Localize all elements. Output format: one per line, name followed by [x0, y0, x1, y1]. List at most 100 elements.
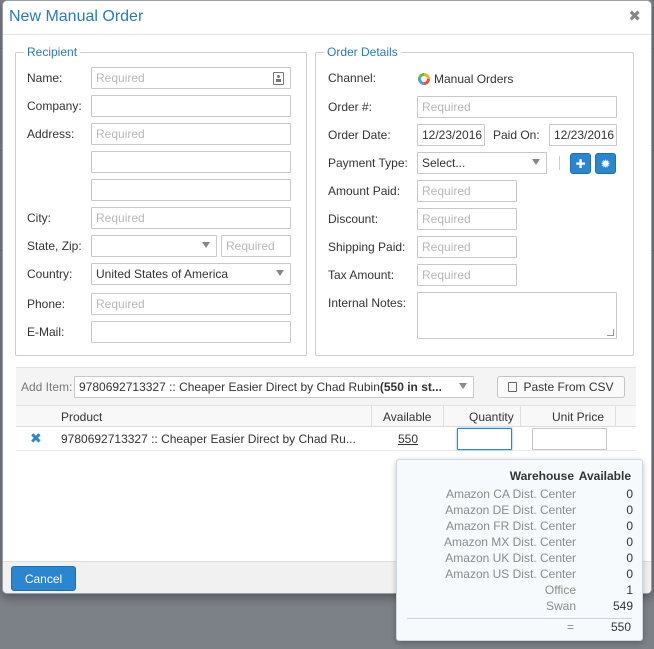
email-label: E-Mail:	[27, 325, 65, 339]
cancel-button[interactable]: Cancel	[11, 566, 76, 591]
warehouse-available: 0	[626, 535, 633, 549]
contact-card-icon[interactable]	[273, 72, 284, 85]
paid-on-value: 12/23/2016	[554, 128, 615, 142]
state-select[interactable]	[91, 235, 217, 257]
chevron-down-icon	[459, 383, 467, 389]
warehouse-available: 549	[612, 599, 633, 613]
order-date-input[interactable]: 12/23/2016	[417, 124, 485, 146]
country-value: United States of America	[96, 267, 229, 281]
company-label: Company:	[27, 99, 82, 113]
warehouse-name: Amazon MX Dist. Center	[443, 535, 576, 549]
warehouse-available: 0	[626, 519, 633, 533]
warehouse-name: Amazon CA Dist. Center	[445, 487, 576, 501]
warehouse-available: 0	[626, 487, 633, 501]
warehouse-available: 0	[626, 551, 633, 565]
chevron-down-icon	[202, 242, 210, 248]
warehouse-available: 0	[626, 503, 633, 517]
zip-input[interactable]: Required	[221, 235, 291, 257]
tax-amount-placeholder: Required	[422, 268, 471, 282]
company-input[interactable]	[91, 95, 291, 117]
phone-label: Phone:	[27, 297, 66, 311]
tax-amount-label: Tax Amount:	[328, 268, 395, 282]
resize-handle-icon[interactable]	[607, 329, 614, 336]
column-header-quantity: Quantity	[469, 410, 514, 424]
clipboard-icon	[508, 382, 518, 392]
table-row: ✖ 9780692713327 :: Cheaper Easier Direct…	[16, 427, 636, 451]
amount-paid-placeholder: Required	[422, 184, 471, 198]
remove-item-icon[interactable]: ✖	[30, 430, 42, 447]
add-item-bar: Add Item: 9780692713327 :: Cheaper Easie…	[16, 367, 636, 405]
payment-type-select[interactable]: Select...	[417, 152, 547, 174]
add-item-value: 9780692713327 :: Cheaper Easier Direct b…	[79, 380, 380, 394]
row-product: 9780692713327 :: Cheaper Easier Direct b…	[61, 432, 356, 446]
shipping-paid-input[interactable]: Required	[417, 236, 517, 258]
order-number-input[interactable]: Required	[417, 96, 617, 118]
list-item: Amazon CA Dist. Center 0	[397, 487, 644, 503]
paid-on-label: Paid On:	[493, 128, 540, 142]
internal-notes-label: Internal Notes:	[328, 296, 407, 310]
column-header-available: Available	[383, 410, 432, 424]
tax-amount-input[interactable]: Required	[417, 264, 517, 286]
divider	[559, 156, 560, 170]
order-details-legend: Order Details	[327, 45, 398, 59]
discount-label: Discount:	[328, 212, 379, 226]
address-line-2-input[interactable]	[91, 151, 291, 173]
list-item: Amazon MX Dist. Center 0	[397, 535, 644, 551]
popover-header-warehouse: Warehouse	[509, 469, 574, 483]
add-payment-type-button[interactable]: ✚	[570, 153, 591, 174]
warehouse-name: Swan	[545, 599, 576, 613]
email-input[interactable]	[91, 321, 291, 343]
internal-notes-textarea[interactable]	[417, 292, 617, 339]
address-line-1-input[interactable]: Required	[91, 123, 291, 145]
order-date-label: Order Date:	[328, 128, 391, 142]
city-input[interactable]: Required	[91, 207, 291, 229]
add-item-select[interactable]: 9780692713327 :: Cheaper Easier Direct b…	[74, 376, 474, 398]
order-number-placeholder: Required	[422, 100, 471, 114]
add-item-stock: (550 in st...	[379, 380, 442, 394]
warehouse-name: Office	[544, 583, 576, 597]
discount-placeholder: Required	[422, 212, 471, 226]
paste-from-csv-button[interactable]: Paste From CSV	[497, 376, 625, 398]
warehouse-name: Amazon UK Dist. Center	[445, 551, 576, 565]
paste-from-csv-label: Paste From CSV	[523, 380, 614, 394]
warehouse-available: 1	[626, 583, 633, 597]
popover-divider	[407, 618, 632, 619]
close-icon[interactable]: ✖	[628, 9, 641, 24]
recipient-legend: Recipient	[27, 45, 78, 59]
chevron-down-icon	[532, 159, 540, 165]
dialog-title: New Manual Order	[9, 8, 144, 25]
paid-on-input[interactable]: 12/23/2016	[549, 124, 617, 146]
column-header-unit-price: Unit Price	[552, 410, 605, 424]
column-separator	[371, 406, 372, 428]
list-item: Amazon DE Dist. Center 0	[397, 503, 644, 519]
add-item-label: Add Item:	[21, 380, 73, 394]
channel-logo-icon	[418, 73, 430, 85]
row-available-link[interactable]: 550	[398, 432, 418, 446]
list-item: Office 1	[397, 583, 644, 599]
column-header-product: Product	[61, 410, 103, 424]
order-number-label: Order #:	[328, 100, 373, 114]
payment-type-value: Select...	[422, 156, 466, 170]
plus-icon: ✚	[575, 156, 586, 171]
name-placeholder: Required	[96, 71, 145, 85]
unit-price-input[interactable]	[532, 428, 607, 450]
gear-icon: ✹	[600, 156, 611, 171]
payment-settings-button[interactable]: ✹	[595, 153, 616, 174]
address-line-3-input[interactable]	[91, 179, 291, 201]
list-item: Swan 549	[397, 599, 644, 615]
country-label: Country:	[27, 267, 73, 281]
amount-paid-input[interactable]: Required	[417, 180, 517, 202]
country-select[interactable]: United States of America	[91, 263, 291, 285]
discount-input[interactable]: Required	[417, 208, 517, 230]
shipping-paid-placeholder: Required	[422, 240, 471, 254]
warehouse-name: Amazon DE Dist. Center	[445, 503, 576, 517]
items-table-header: Product Available Quantity Unit Price	[16, 405, 636, 428]
list-item: Amazon UK Dist. Center 0	[397, 551, 644, 567]
warehouse-available: 0	[626, 567, 633, 581]
shipping-paid-label: Shipping Paid:	[328, 240, 406, 254]
column-separator	[520, 406, 521, 428]
quantity-input[interactable]	[457, 428, 512, 450]
channel-value: Manual Orders	[434, 72, 514, 86]
name-input[interactable]: Required	[91, 67, 291, 89]
phone-input[interactable]: Required	[91, 293, 291, 315]
